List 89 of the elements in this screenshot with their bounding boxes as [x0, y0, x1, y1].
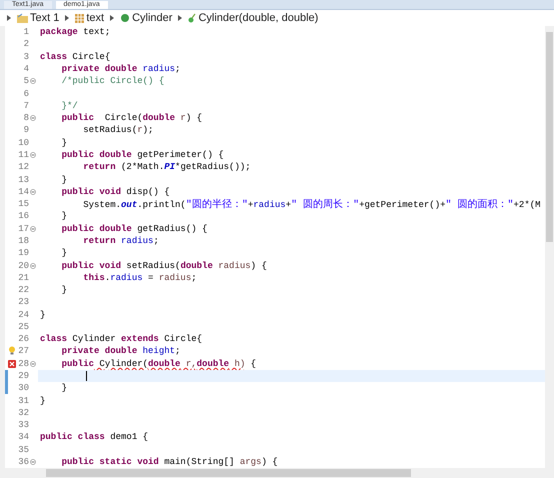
line-number: 19 [17, 248, 29, 258]
code-line: public void setRadius(double radius) { [60, 260, 267, 270]
code-line: return radius; [82, 236, 159, 246]
line-number: 22 [17, 285, 29, 296]
chevron-right-icon [110, 15, 114, 21]
code-line: public double getRadius() { [60, 224, 208, 234]
line-number: 30 [17, 383, 29, 394]
breadcrumb-item[interactable]: Text 1 [30, 12, 60, 24]
code-line: return (2*Math.PI*getRadius()); [82, 162, 251, 172]
vertical-scrollbar[interactable] [545, 26, 554, 468]
line-number: 14 [17, 186, 29, 197]
code-line: private double height; [60, 346, 180, 356]
line-number: 27 [17, 346, 29, 356]
scroll-thumb[interactable] [546, 32, 553, 242]
method-icon [188, 13, 196, 23]
code-line: System.out.println("圆的半径："+radius+" 圆的周长："+getPerimeter()+" 圆的面积："+2*(M [82, 198, 541, 212]
collapse-icon[interactable] [30, 262, 36, 268]
line-number: 1 [22, 27, 29, 38]
line-number: 20 [17, 260, 29, 270]
line-number: 7 [22, 100, 29, 111]
line-number: 32 [17, 408, 29, 418]
code-line: } [60, 285, 68, 296]
line-number: 18 [17, 236, 29, 246]
line-number: 6 [22, 88, 29, 99]
code-line: /*public Circle() { [60, 76, 164, 86]
chevron-right-icon [7, 15, 11, 21]
line-number: 10 [17, 138, 29, 148]
line-number: 11 [17, 150, 29, 160]
line-number: 5 [22, 76, 29, 86]
class-icon [120, 13, 130, 23]
line-number: 24 [17, 310, 29, 320]
code-line: public void disp() { [60, 186, 170, 197]
line-number: 35 [17, 444, 29, 455]
chevron-right-icon [178, 15, 182, 21]
chevron-right-icon [65, 15, 70, 21]
breadcrumb-item[interactable]: Cylinder [132, 12, 172, 24]
horizontal-scrollbar[interactable] [0, 468, 554, 478]
line-number: 21 [17, 272, 29, 283]
collapse-icon[interactable] [30, 152, 36, 158]
line-number: 3 [22, 52, 29, 62]
line-number: 9 [22, 125, 29, 136]
line-number: 25 [17, 322, 29, 332]
code-line: } [60, 383, 68, 394]
line-number: 17 [17, 224, 29, 234]
code-line: public static void main(String[] args) { [60, 457, 278, 467]
code-line: } [60, 211, 68, 222]
collapse-icon[interactable] [30, 459, 36, 465]
breadcrumb-item[interactable]: text [86, 12, 104, 24]
line-number: 23 [17, 297, 29, 308]
line-number: 4 [22, 64, 29, 74]
code-line: } [60, 248, 68, 258]
collapse-icon[interactable] [30, 226, 36, 232]
line-number: 2 [22, 39, 29, 50]
line-number: 33 [17, 420, 29, 430]
code-line: setRadius(r); [82, 125, 154, 136]
line-number: 26 [17, 334, 29, 344]
line-number: 12 [17, 162, 29, 172]
code-line: }*/ [60, 100, 78, 111]
line-number: 13 [17, 174, 29, 185]
line-number: 28 [17, 358, 29, 369]
line-number: 8 [22, 113, 29, 124]
text-cursor [86, 371, 87, 382]
collapse-icon[interactable] [30, 78, 36, 84]
line-number: 34 [17, 432, 29, 442]
code-line: package text; [40, 27, 110, 38]
code-line: } [40, 310, 46, 320]
breadcrumb-item[interactable]: Cylinder(double, double) [198, 12, 318, 24]
code-line: class Circle{ [40, 52, 110, 62]
line-number: 29 [17, 371, 29, 382]
code-line: public class demo1 { [40, 432, 148, 442]
code-line: public Circle(double r) { [60, 113, 202, 124]
collapse-icon[interactable] [30, 115, 36, 122]
code-line: } [40, 396, 46, 406]
scroll-thumb[interactable] [46, 469, 411, 477]
collapse-icon[interactable] [30, 188, 36, 195]
line-number: 36 [17, 457, 29, 467]
code-line: } [60, 174, 68, 185]
code-line: public Cylinder(double r,double h) { [60, 358, 256, 369]
code-line: } [60, 138, 68, 148]
line-number: 31 [17, 396, 29, 406]
code-line: private double radius; [60, 64, 180, 74]
code-line: public double getPerimeter() { [60, 150, 224, 160]
line-number: 16 [17, 211, 29, 222]
folder-icon [17, 13, 28, 23]
code-line: this.radius = radius; [82, 272, 197, 283]
code-line: class Cylinder extends Circle{ [40, 334, 202, 344]
line-number: 15 [17, 199, 29, 210]
package-icon [75, 14, 84, 22]
collapse-icon[interactable] [30, 360, 36, 367]
